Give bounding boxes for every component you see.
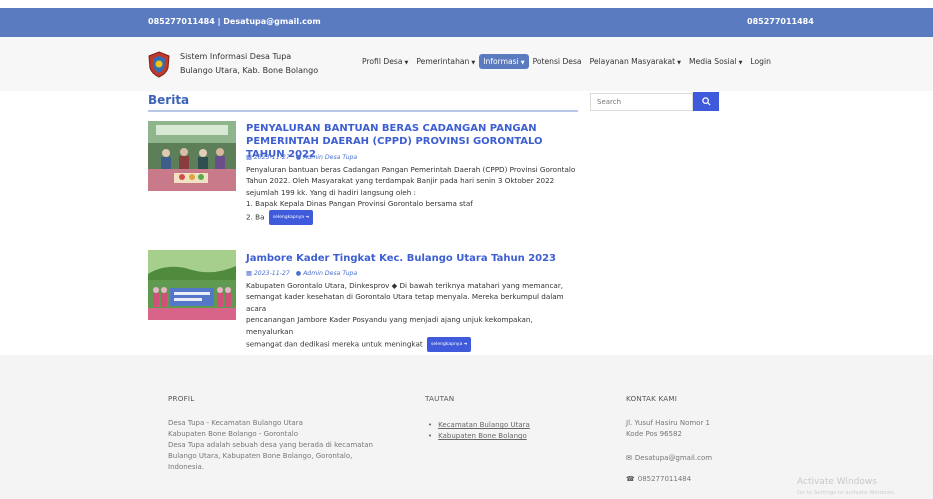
post-excerpt: Kabupaten Gorontalo Utara, Dinkesprov ◆ … [246,280,581,353]
contact-info-right: 085277011484 [747,17,814,26]
envelope-icon: ✉ [626,454,632,462]
nav-item-profil-desa[interactable]: Profil Desa ▼ [358,54,412,69]
village-logo-icon[interactable] [147,51,171,78]
event-photo-image [148,121,236,191]
post-thumbnail[interactable] [148,250,236,320]
post-title-link[interactable]: Jambore Kader Tingkat Kec. Bulango Utara… [246,252,576,265]
list-item: Kecamatan Bulango Utara [428,420,530,431]
post-date: 2023-11-27 [253,154,290,161]
address-line: Kode Pos 96582 [626,430,682,438]
excerpt-line: semangat dan dedikasi mereka untuk menin… [246,339,423,349]
user-icon: ● [295,154,302,161]
address-line: Jl. Yusuf Hasiru Nomor 1 [626,419,711,427]
nav-item-potensi-desa[interactable]: Potensi Desa [529,54,586,69]
footer-profil-text: Desa Tupa - Kecamatan Bulango Utara Kabu… [168,418,373,473]
site-subtitle: Bulango Utara, Kab. Bone Bolango [180,66,319,75]
excerpt-line: Tahun 2022. Oleh Masyarakat yang terdamp… [246,176,555,186]
nav-item-media-sosial[interactable]: Media Sosial ▼ [685,54,746,69]
arrow-right-icon: ➜ [305,214,310,220]
post-date: 2023-11-27 [253,270,290,277]
excerpt-line: 2. Ba [246,212,265,222]
footer-heading-profil: PROFIL [168,394,195,403]
caret-down-icon: ▼ [520,60,525,66]
nav-item-informasi[interactable]: Informasi ▼ [479,54,529,69]
list-item: Kabupaten Bone Bolango [428,431,530,442]
excerpt-line: 1. Bapak Kepala Dinas Pangan Provinsi Go… [246,199,473,209]
excerpt-line: sejumlah 199 kk. Yang di hadiri langsung… [246,187,416,197]
excerpt-line: semangat kader kesehatan di Gorontalo Ut… [246,292,564,313]
post-meta: ▦ 2023-11-27 ● Admin Desa Tupa [246,270,357,277]
windows-activation-subtext: Go to Settings to activate Windows. [797,490,896,496]
site-title[interactable]: Sistem Informasi Desa Tupa [180,52,291,61]
search-input[interactable] [590,93,693,111]
nav-item-login[interactable]: Login [746,54,775,69]
nav-item-pemerintahan[interactable]: Pemerintahan ▼ [412,54,479,69]
calendar-icon: ▦ [246,270,252,277]
footer-phone: ☎ 085277011484 [626,475,692,483]
footer-text-line: Kabupaten Bone Bolango - Gorontalo [168,430,299,438]
footer-heading-kontak: KONTAK KAMI [626,394,678,403]
post-author: Admin Desa Tupa [303,154,358,161]
search-button[interactable] [693,92,719,111]
footer-text-line: Indonesia. [168,463,205,471]
caret-down-icon: ▼ [738,60,743,66]
footer-text-line: Desa Tupa - Kecamatan Bulango Utara [168,419,303,427]
footer-heading-tautan: TAUTAN [425,394,455,403]
footer-link-kabupaten[interactable]: Kabupaten Bone Bolango [438,432,527,440]
contact-info-left: 085277011484 | Desatupa@gmail.com [148,17,321,26]
caret-down-icon: ▼ [471,60,476,66]
read-more-button[interactable]: selengkapnya ➜ [268,209,314,226]
footer-address: Jl. Yusuf Hasiru Nomor 1 Kode Pos 96582 [626,418,710,440]
excerpt-line: pencanangan Jambore Kader Posyandu yang … [246,315,533,336]
excerpt-line: Penyaluran bantuan beras Cadangan Pangan… [246,165,576,174]
calendar-icon: ▦ [246,154,252,161]
footer-text-line: Bulango Utara, Kabupaten Bone Bolango, G… [168,452,353,460]
user-icon: ● [295,270,302,277]
read-more-button[interactable]: selengkapnya ➜ [426,337,472,353]
post-author: Admin Desa Tupa [303,270,358,277]
search-icon [701,97,711,106]
footer-link-kecamatan[interactable]: Kecamatan Bulango Utara [438,421,530,429]
event-photo-image [148,250,236,320]
post-excerpt: Penyaluran bantuan beras Cadangan Pangan… [246,164,581,226]
top-contact-bar: 085277011484 | Desatupa@gmail.com 085277… [0,8,933,37]
site-footer: PROFIL Desa Tupa - Kecamatan Bulango Uta… [0,355,933,499]
section-divider [148,110,578,112]
post-thumbnail[interactable] [148,121,236,191]
footer-links-list: Kecamatan Bulango Utara Kabupaten Bone B… [428,420,530,442]
nav-menu: Profil Desa ▼ Pemerintahan ▼ Informasi ▼ Po… [358,54,775,69]
windows-activation-watermark: Activate Windows [797,477,877,487]
excerpt-line: Kabupaten Gorontalo Utara, Dinkesprov ◆ … [246,281,564,290]
section-title: Berita [148,93,190,107]
footer-email: ✉ Desatupa@gmail.com [626,454,713,462]
arrow-right-icon: ➜ [463,342,468,348]
phone-icon: ☎ [626,475,635,483]
caret-down-icon: ▼ [404,60,409,66]
caret-down-icon: ▼ [677,60,682,66]
main-navbar: Sistem Informasi Desa Tupa Bulango Utara… [0,37,933,91]
footer-text-line: Desa Tupa adalah sebuah desa yang berada… [168,441,373,449]
post-meta: ▦ 2023-11-27 ● Admin Desa Tupa [246,154,357,161]
nav-item-pelayanan-masyarakat[interactable]: Pelayanan Masyarakat ▼ [586,54,685,69]
